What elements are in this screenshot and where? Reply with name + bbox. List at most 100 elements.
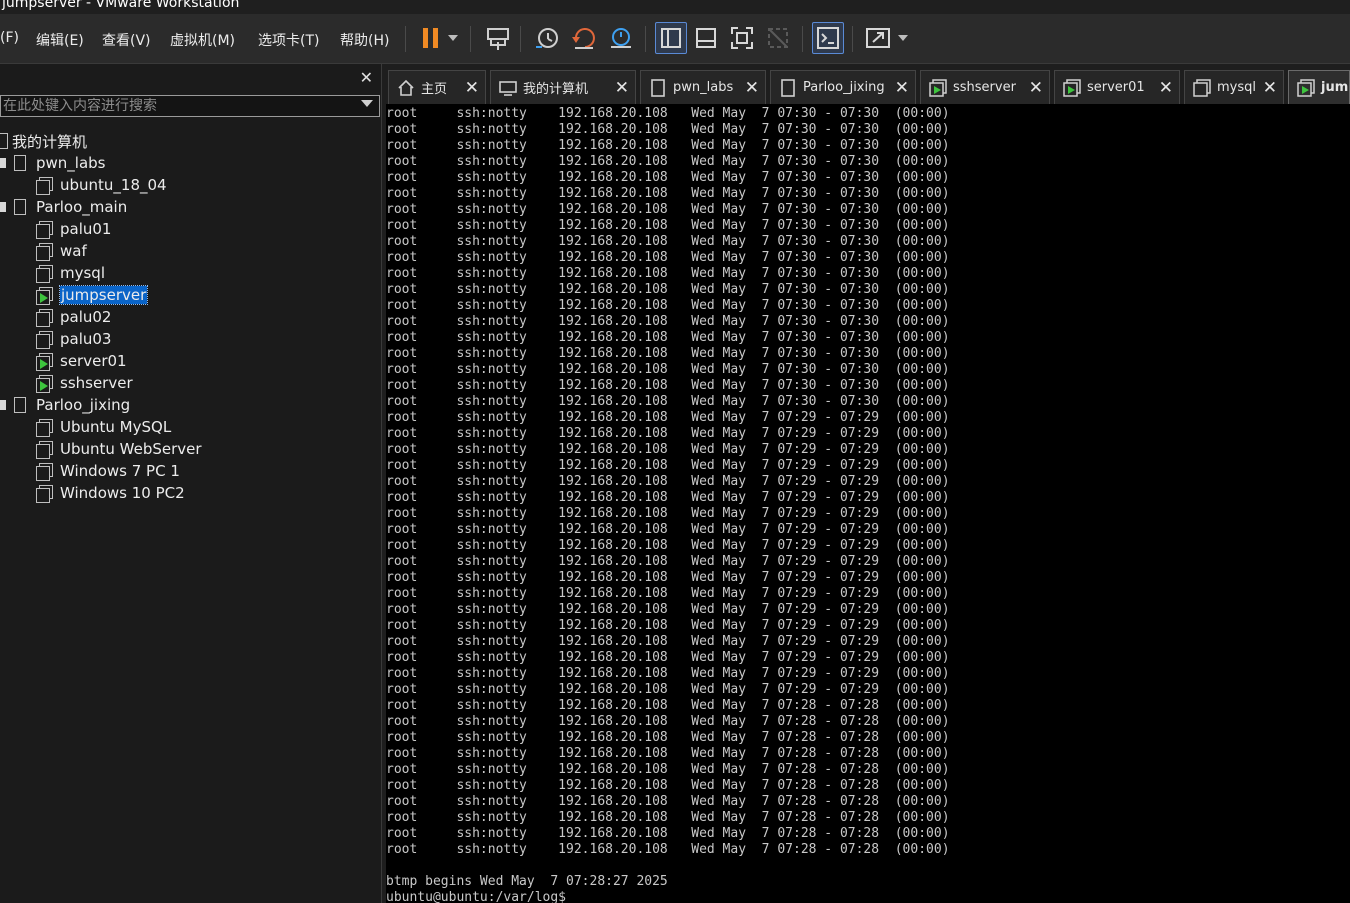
close-icon[interactable]: ✕ xyxy=(895,78,909,98)
tree-item-windows-10-pc2[interactable]: Windows 10 PC2 xyxy=(36,482,185,504)
tree-item-label: Parloo_jixing xyxy=(36,396,131,414)
terminal-line: root ssh:notty 192.168.20.108 Wed May 7 … xyxy=(386,138,950,153)
chevron-down-icon[interactable] xyxy=(361,100,373,107)
tree-item-label: Ubuntu MySQL xyxy=(60,418,172,436)
toolbar-separator xyxy=(470,26,471,52)
vm-icon xyxy=(36,177,53,195)
unity-icon[interactable] xyxy=(762,22,794,54)
computer-icon xyxy=(0,133,8,149)
menu-edit[interactable]: 编辑(E) xyxy=(36,30,84,50)
folder-icon xyxy=(779,78,797,97)
close-icon[interactable]: ✕ xyxy=(615,78,629,98)
menu-file[interactable]: (F) xyxy=(0,30,19,46)
tree-item-windows-7-pc-1[interactable]: Windows 7 PC 1 xyxy=(36,460,180,482)
tree-expander-icon[interactable] xyxy=(0,202,6,212)
snapshot-manager-icon[interactable] xyxy=(604,22,636,54)
menu-tabs[interactable]: 选项卡(T) xyxy=(258,30,319,50)
tree-item-jumpserver[interactable]: jumpserver xyxy=(36,284,149,306)
close-icon[interactable]: ✕ xyxy=(1263,78,1277,98)
snapshot-revert-icon[interactable] xyxy=(568,22,600,54)
search-input[interactable] xyxy=(3,96,353,116)
terminal-line: root ssh:notty 192.168.20.108 Wed May 7 … xyxy=(386,506,950,521)
terminal-line: root ssh:notty 192.168.20.108 Wed May 7 … xyxy=(386,650,950,665)
menu-help[interactable]: 帮助(H) xyxy=(340,30,389,50)
close-icon[interactable]: ✕ xyxy=(465,78,479,98)
tab-label: 主页 xyxy=(421,82,448,97)
folder-icon xyxy=(14,155,26,171)
tree-item-server01[interactable]: server01 xyxy=(36,350,127,372)
tab-server01[interactable]: server01 ✕ xyxy=(1054,70,1180,104)
vm-icon xyxy=(36,485,53,503)
vm-icon xyxy=(1193,78,1211,97)
tree-item-label: mysql xyxy=(60,264,105,282)
tree-item-mysql[interactable]: mysql xyxy=(36,262,105,284)
tree-item-我的计算机[interactable]: 我的计算机 xyxy=(0,130,87,152)
terminal-line: root ssh:notty 192.168.20.108 Wed May 7 … xyxy=(386,826,950,841)
close-icon[interactable]: ✕ xyxy=(1029,78,1043,98)
tree-item-label: jumpserver xyxy=(58,285,149,305)
thumbnail-view-icon[interactable] xyxy=(690,22,722,54)
terminal-line: root ssh:notty 192.168.20.108 Wed May 7 … xyxy=(386,298,950,313)
vm-console[interactable]: root ssh:notty 192.168.20.108 Wed May 7 … xyxy=(386,104,1350,903)
tree-item-ubuntu-mysql[interactable]: Ubuntu MySQL xyxy=(36,416,171,438)
tab-jumpserver[interactable]: jump xyxy=(1288,70,1350,104)
terminal-line: root ssh:notty 192.168.20.108 Wed May 7 … xyxy=(386,634,950,649)
menu-vm[interactable]: 虚拟机(M) xyxy=(170,30,235,50)
tab-mysql[interactable]: mysql ✕ xyxy=(1184,70,1284,104)
tab-my-computer[interactable]: 我的计算机 ✕ xyxy=(490,70,636,104)
tab-pwn-labs[interactable]: pwn_labs ✕ xyxy=(640,70,766,104)
dropdown-arrow-icon[interactable] xyxy=(443,22,463,54)
vm-running-icon xyxy=(36,375,53,393)
tab-label: jump xyxy=(1321,80,1349,95)
library-search[interactable] xyxy=(0,95,380,117)
tree-item-label: server01 xyxy=(60,352,127,370)
library-view-icon[interactable] xyxy=(655,22,687,54)
tree-item-label: ubuntu_18_04 xyxy=(60,176,167,194)
folder-icon xyxy=(14,397,26,413)
terminal-line: root ssh:notty 192.168.20.108 Wed May 7 … xyxy=(386,346,950,361)
tree-item-waf[interactable]: waf xyxy=(36,240,87,262)
snapshot-take-icon[interactable] xyxy=(531,22,563,54)
terminal-line: root ssh:notty 192.168.20.108 Wed May 7 … xyxy=(386,330,950,345)
tab-home[interactable]: 主页 ✕ xyxy=(388,70,486,104)
tab-sshserver[interactable]: sshserver ✕ xyxy=(920,70,1050,104)
terminal-line: root ssh:notty 192.168.20.108 Wed May 7 … xyxy=(386,170,950,185)
vm-running-icon xyxy=(1063,78,1081,97)
stretch-guest-icon[interactable] xyxy=(862,22,894,54)
toolbar-separator xyxy=(520,26,521,52)
console-view-icon[interactable] xyxy=(812,22,844,54)
terminal-line: root ssh:notty 192.168.20.108 Wed May 7 … xyxy=(386,410,950,425)
terminal-line: btmp begins Wed May 7 07:28:27 2025 xyxy=(386,874,668,889)
tree-item-sshserver[interactable]: sshserver xyxy=(36,372,133,394)
tree-item-parloo-jixing[interactable]: Parloo_jixing xyxy=(0,394,131,416)
tab-parloo-jixing[interactable]: Parloo_jixing ✕ xyxy=(770,70,916,104)
menu-toolbar-bar: (F) 编辑(E) 查看(V) 虚拟机(M) 选项卡(T) 帮助(H) xyxy=(0,14,1350,64)
close-icon[interactable]: ✕ xyxy=(745,78,759,98)
close-icon[interactable]: ✕ xyxy=(1159,78,1173,98)
tree-item-palu01[interactable]: palu01 xyxy=(36,218,111,240)
terminal-line: ubuntu@ubuntu:/var/log$ _ xyxy=(386,890,582,903)
tree-item-palu03[interactable]: palu03 xyxy=(36,328,111,350)
tree-item-label: waf xyxy=(60,242,87,260)
tree-item-pwn-labs[interactable]: pwn_labs xyxy=(0,152,106,174)
terminal-line: root ssh:notty 192.168.20.108 Wed May 7 … xyxy=(386,778,950,793)
tree-expander-icon[interactable] xyxy=(0,158,6,168)
tree-item-label: pwn_labs xyxy=(36,154,106,172)
terminal-line: root ssh:notty 192.168.20.108 Wed May 7 … xyxy=(386,698,950,713)
terminal-line: root ssh:notty 192.168.20.108 Wed May 7 … xyxy=(386,522,950,537)
tree-item-palu02[interactable]: palu02 xyxy=(36,306,111,328)
tree-expander-icon[interactable] xyxy=(0,400,6,410)
tree-item-label: Ubuntu WebServer xyxy=(60,440,202,458)
dropdown-arrow-icon[interactable] xyxy=(893,22,913,54)
menu-view[interactable]: 查看(V) xyxy=(102,30,151,50)
tree-item-ubuntu-18-04[interactable]: ubuntu_18_04 xyxy=(36,174,167,196)
send-ctrl-alt-del-icon[interactable] xyxy=(482,22,514,54)
terminal-line: root ssh:notty 192.168.20.108 Wed May 7 … xyxy=(386,586,950,601)
tree-item-parloo-main[interactable]: Parloo_main xyxy=(0,196,127,218)
folder-icon xyxy=(14,199,26,215)
close-icon[interactable]: ✕ xyxy=(360,68,373,87)
tree-item-ubuntu-webserver[interactable]: Ubuntu WebServer xyxy=(36,438,202,460)
full-screen-icon[interactable] xyxy=(726,22,758,54)
terminal-line: root ssh:notty 192.168.20.108 Wed May 7 … xyxy=(386,762,950,777)
terminal-line: root ssh:notty 192.168.20.108 Wed May 7 … xyxy=(386,362,950,377)
